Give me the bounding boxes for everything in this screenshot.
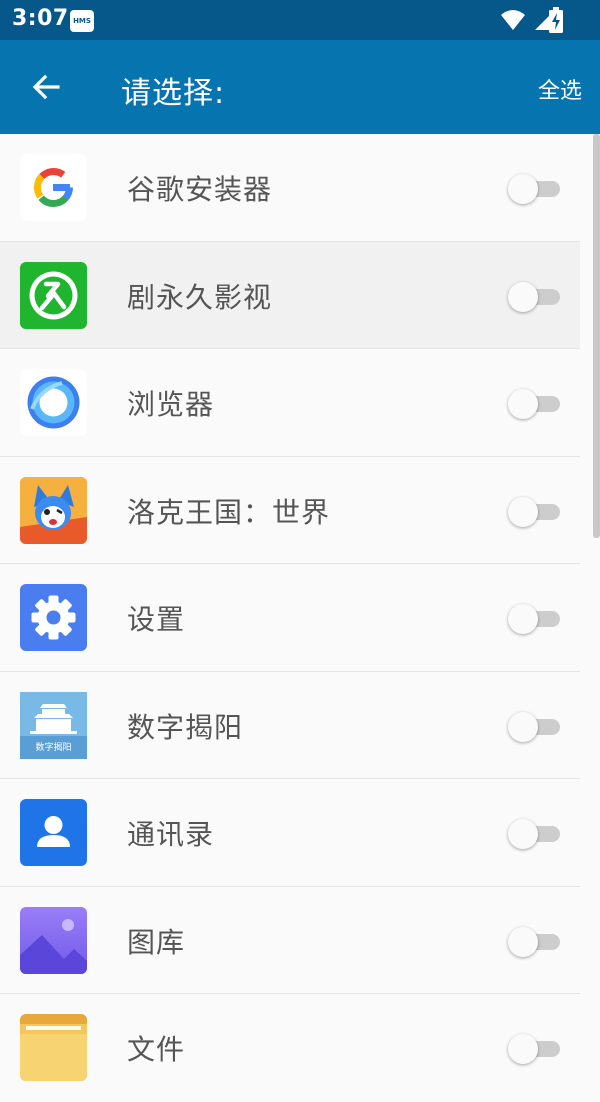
- arrow-left-icon: [32, 74, 60, 100]
- page-title: 请选择:: [121, 76, 226, 111]
- status-time: 3:07: [12, 6, 69, 31]
- scrollbar[interactable]: [593, 134, 600, 538]
- app-toggle-switch[interactable]: [508, 172, 562, 204]
- app-label: 浏览器: [127, 388, 215, 421]
- hms-badge: HMS: [70, 10, 94, 32]
- digital-jieyang-icon: 数字揭阳: [20, 691, 87, 759]
- contacts-icon: [20, 799, 87, 866]
- app-label: 设置: [127, 603, 186, 636]
- app-label: 通讯录: [127, 818, 215, 851]
- app-toggle-switch[interactable]: [508, 1032, 562, 1064]
- jiu-icon: [20, 261, 87, 329]
- app-toggle-switch[interactable]: [508, 925, 562, 957]
- list-item[interactable]: 浏览器: [0, 349, 580, 457]
- list-item[interactable]: 数字揭阳 数字揭阳: [0, 672, 580, 779]
- app-label: 剧永久影视: [127, 280, 273, 314]
- app-label: 图库: [127, 925, 186, 959]
- battery-charging-icon: [549, 7, 563, 33]
- app-toggle-switch[interactable]: [508, 602, 562, 634]
- app-icon-text: 数字揭阳: [35, 741, 71, 753]
- app-bar: 请选择: 全选: [0, 40, 600, 134]
- app-label: 文件: [127, 1033, 186, 1066]
- files-folder-icon: [20, 1014, 87, 1081]
- list-item[interactable]: 洛克王国：世界: [0, 457, 580, 564]
- roco-game-icon: [20, 476, 87, 544]
- gallery-icon: [20, 906, 87, 974]
- browser-icon: [20, 369, 87, 436]
- app-label: 洛克王国：世界: [127, 495, 331, 529]
- app-toggle-switch[interactable]: [508, 817, 562, 849]
- app-toggle-switch[interactable]: [508, 495, 562, 527]
- back-button[interactable]: [20, 63, 72, 111]
- list-item[interactable]: 通讯录: [0, 779, 580, 887]
- google-icon: [20, 154, 87, 221]
- app-toggle-switch[interactable]: [508, 710, 562, 742]
- app-toggle-switch[interactable]: [508, 387, 562, 419]
- app-label: 数字揭阳: [127, 710, 244, 744]
- list-item[interactable]: 谷歌安装器: [0, 134, 580, 242]
- app-list: 谷歌安装器 剧永久影视 浏览器 洛克王国：世界 设置 数字揭阳 数字揭阳 通讯录…: [0, 134, 580, 1102]
- app-label: 谷歌安装器: [127, 173, 273, 206]
- select-all-button[interactable]: 全选: [538, 73, 582, 105]
- status-bar: 3:07 HMS: [0, 0, 600, 40]
- settings-gear-icon: [20, 584, 87, 651]
- app-toggle-switch[interactable]: [508, 280, 562, 312]
- list-item[interactable]: 文件: [0, 994, 580, 1102]
- list-item[interactable]: 剧永久影视: [0, 241, 580, 349]
- wifi-icon: [501, 10, 525, 30]
- list-item[interactable]: 图库: [0, 887, 580, 994]
- list-item[interactable]: 设置: [0, 564, 580, 672]
